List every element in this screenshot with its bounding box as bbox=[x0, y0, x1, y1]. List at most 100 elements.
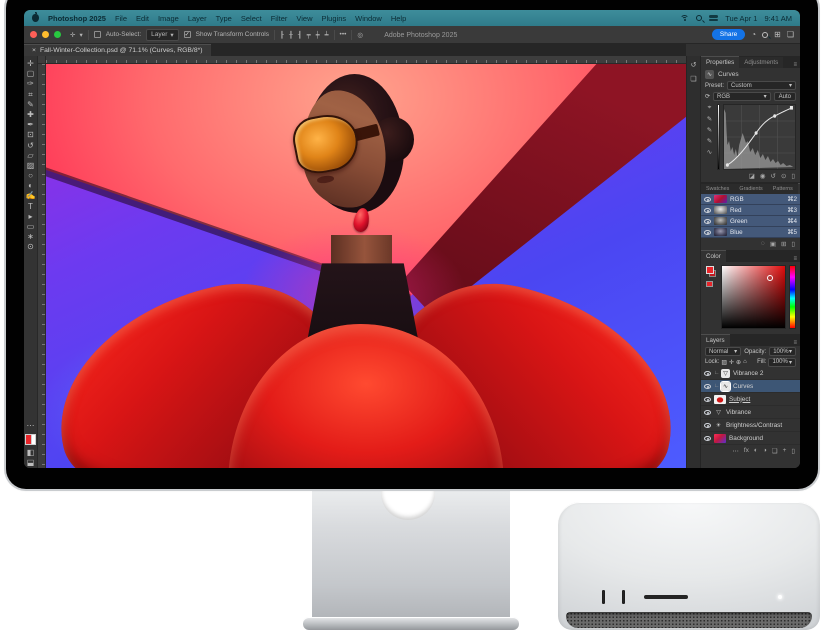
hand-tool[interactable]: ∗ bbox=[27, 232, 34, 242]
menu-item-filter[interactable]: Filter bbox=[271, 14, 288, 23]
shape-tool[interactable]: ▭ bbox=[27, 222, 35, 232]
history-panel-icon[interactable]: ↺ bbox=[691, 61, 697, 69]
eyedropper-tool[interactable]: ✎ bbox=[27, 100, 34, 110]
align-top-icon[interactable]: ┯ bbox=[307, 31, 311, 39]
edit-toolbar-icon[interactable]: ⋯ bbox=[27, 421, 35, 431]
workspace-switcher-icon[interactable]: ❏ bbox=[787, 30, 794, 39]
menu-item-layer[interactable]: Layer bbox=[188, 14, 207, 23]
document-canvas[interactable] bbox=[46, 64, 686, 468]
panel-menu-icon[interactable]: ≡ bbox=[793, 340, 800, 346]
blend-mode-dropdown[interactable]: Normal▾ bbox=[705, 347, 741, 356]
comments-panel-icon[interactable]: ❏ bbox=[690, 75, 696, 83]
channel-row-red[interactable]: Red ⌘3 bbox=[701, 205, 800, 216]
snap-icon[interactable]: ◎ bbox=[357, 31, 363, 39]
channel-row-blue[interactable]: Blue ⌘5 bbox=[701, 227, 800, 238]
layer-row-subject[interactable]: Subject bbox=[701, 393, 800, 406]
tab-adjustments[interactable]: Adjustments bbox=[739, 57, 783, 68]
search-icon[interactable] bbox=[762, 32, 768, 38]
layers-footer-icons[interactable]: ⋯fx ◐◑ ❏+ ▯ bbox=[701, 445, 800, 457]
tab-color[interactable]: Color bbox=[701, 250, 726, 262]
gradient-tool[interactable]: ▨ bbox=[27, 161, 35, 171]
tab-channels[interactable]: Channels bbox=[798, 183, 800, 194]
lock-transparent-icon[interactable]: ▨ bbox=[721, 359, 727, 366]
wifi-icon[interactable] bbox=[680, 15, 689, 22]
visibility-eye-icon[interactable] bbox=[704, 397, 711, 402]
color-fg-bg-swatches[interactable] bbox=[705, 265, 718, 325]
horizontal-ruler[interactable] bbox=[46, 56, 686, 64]
vertical-ruler[interactable] bbox=[38, 64, 46, 468]
foreground-color-swatch[interactable] bbox=[25, 434, 32, 444]
layer-row-curves[interactable]: ∟ ∿ Curves bbox=[701, 380, 800, 393]
move-tool[interactable]: ✛ bbox=[27, 59, 34, 69]
grid-icon[interactable]: ⊞ bbox=[774, 30, 781, 39]
tab-swatches[interactable]: Swatches bbox=[701, 184, 734, 194]
curves-graph[interactable] bbox=[723, 104, 796, 170]
screen-mode-icon[interactable]: ⬓ bbox=[27, 458, 35, 468]
dodge-tool[interactable]: ◐ bbox=[28, 181, 33, 191]
color-picker-cursor[interactable] bbox=[767, 275, 773, 281]
visibility-eye-icon[interactable] bbox=[704, 371, 711, 376]
layer-row-vibrance[interactable]: ▽ Vibrance bbox=[701, 406, 800, 419]
zoom-window-button[interactable] bbox=[54, 31, 61, 38]
menu-item-view[interactable]: View bbox=[296, 14, 312, 23]
healing-brush-tool[interactable]: ✚ bbox=[27, 110, 34, 120]
visibility-eye-icon[interactable] bbox=[704, 436, 711, 441]
align-middle-icon[interactable]: ┿ bbox=[316, 31, 320, 39]
color-swatches[interactable] bbox=[25, 434, 36, 444]
chevron-down-icon[interactable]: ▾ bbox=[79, 31, 82, 39]
share-button[interactable]: Share bbox=[712, 29, 745, 40]
tab-patterns[interactable]: Patterns bbox=[768, 184, 798, 194]
eraser-tool[interactable]: ▱ bbox=[27, 151, 33, 161]
quick-mask-icon[interactable]: ◧ bbox=[27, 448, 35, 458]
control-center-icon[interactable] bbox=[709, 15, 718, 22]
channel-row-rgb[interactable]: RGB ⌘2 bbox=[701, 194, 800, 205]
crop-tool[interactable]: ⌗ bbox=[28, 90, 33, 100]
minimize-window-button[interactable] bbox=[42, 31, 49, 38]
move-tool-icon[interactable]: ✛ bbox=[70, 31, 75, 39]
history-brush-tool[interactable]: ↺ bbox=[27, 141, 34, 151]
auto-button[interactable]: Auto bbox=[774, 92, 796, 101]
menu-item-file[interactable]: File bbox=[115, 14, 127, 23]
visibility-eye-icon[interactable] bbox=[704, 230, 711, 235]
panel-menu-icon[interactable]: ≡ bbox=[793, 256, 800, 262]
color-saturation-square[interactable] bbox=[721, 265, 786, 329]
lock-all-icon[interactable]: ⌂ bbox=[743, 359, 747, 365]
layer-row-brightness[interactable]: ☀ Brightness/Contrast bbox=[701, 419, 800, 432]
menu-item-window[interactable]: Window bbox=[355, 14, 382, 23]
targeted-adjustment-icon[interactable]: ⟳ bbox=[705, 93, 710, 100]
channel-dropdown[interactable]: RGB▾ bbox=[713, 92, 771, 101]
menu-item-image[interactable]: Image bbox=[158, 14, 179, 23]
panel-menu-icon[interactable]: ≡ bbox=[793, 62, 800, 68]
menu-item-help[interactable]: Help bbox=[391, 14, 406, 23]
notifications-icon[interactable]: ◔ bbox=[751, 30, 756, 39]
lock-position-icon[interactable]: ✛ bbox=[729, 359, 734, 366]
layer-row-vibrance2[interactable]: ∟ ▽ Vibrance 2 bbox=[701, 367, 800, 380]
blur-tool[interactable]: ○ bbox=[28, 171, 33, 181]
visibility-eye-icon[interactable] bbox=[704, 384, 711, 389]
auto-select-target-dropdown[interactable]: Layer▾ bbox=[146, 29, 179, 41]
document-tab[interactable]: × Fall-Winter-Collection.psd @ 71.1% (Cu… bbox=[24, 44, 211, 56]
visibility-eye-icon[interactable] bbox=[704, 197, 711, 202]
visibility-eye-icon[interactable] bbox=[704, 410, 711, 415]
opacity-dropdown[interactable]: 100%▾ bbox=[769, 347, 796, 356]
align-bottom-icon[interactable]: ┷ bbox=[325, 31, 329, 39]
preset-dropdown[interactable]: Custom▾ bbox=[727, 81, 796, 90]
menu-item-select[interactable]: Select bbox=[241, 14, 262, 23]
curve-tool-icons[interactable]: ⌖ ✎ ✎ ✎ ∿ bbox=[705, 104, 714, 156]
visibility-eye-icon[interactable] bbox=[704, 219, 711, 224]
visibility-eye-icon[interactable] bbox=[704, 208, 711, 213]
spotlight-icon[interactable] bbox=[696, 15, 702, 21]
menu-item-type[interactable]: Type bbox=[216, 14, 232, 23]
menu-item-edit[interactable]: Edit bbox=[136, 14, 149, 23]
align-center-icon[interactable]: ╂ bbox=[289, 31, 293, 39]
menu-item-plugins[interactable]: Plugins bbox=[322, 14, 347, 23]
show-transform-checkbox[interactable]: ✓ bbox=[184, 31, 191, 38]
channels-footer-icons[interactable]: ◌▣ ⊞▯ bbox=[701, 238, 800, 250]
menu-item-app[interactable]: Photoshop 2025 bbox=[48, 14, 106, 23]
more-options-icon[interactable]: ••• bbox=[340, 31, 347, 38]
apple-menu-icon[interactable] bbox=[32, 14, 39, 22]
align-right-icon[interactable]: ┨ bbox=[298, 31, 302, 39]
type-tool[interactable]: T bbox=[28, 202, 33, 212]
fill-dropdown[interactable]: 100%▾ bbox=[768, 358, 796, 367]
auto-select-checkbox[interactable] bbox=[94, 31, 101, 38]
